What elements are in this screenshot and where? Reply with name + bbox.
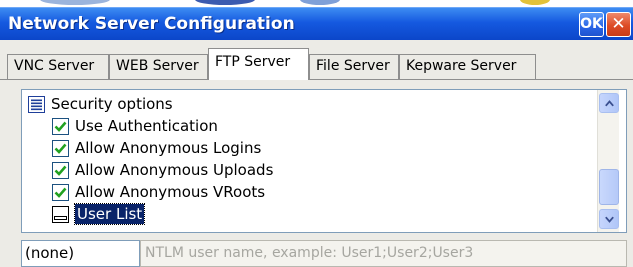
scroll-thumb[interactable] [599,169,619,205]
checkmark-icon [54,187,67,198]
value-input[interactable]: (none) [21,240,140,267]
tab-vnc-server[interactable]: VNC Server [7,54,109,79]
checkbox-use-authentication[interactable] [52,117,69,135]
option-allow-anonymous-uploads[interactable]: Allow Anonymous Uploads [52,159,273,181]
checkbox-allow-anonymous-logins[interactable] [52,139,69,157]
option-label: Allow Anonymous VRoots [75,183,266,201]
options-list[interactable]: Security options Use Authentication Allo… [21,89,627,233]
option-use-authentication[interactable]: Use Authentication [52,115,218,137]
scroll-down-button[interactable] [599,209,619,229]
vertical-scrollbar[interactable] [597,90,619,232]
checkbox-allow-anonymous-uploads[interactable] [52,161,69,179]
option-label-selected: User List [73,203,146,225]
option-allow-anonymous-vroots[interactable]: Allow Anonymous VRoots [52,181,265,203]
option-allow-anonymous-logins[interactable]: Allow Anonymous Logins [52,137,261,159]
tab-ftp-server[interactable]: FTP Server [208,48,309,80]
text-entry-icon [52,205,69,223]
chevron-down-icon [605,216,614,223]
scroll-up-button[interactable] [599,93,619,113]
checkmark-icon [54,165,67,176]
option-user-list[interactable]: User List [52,203,146,225]
hint-text: NTLM user name, example: User1;User2;Use… [140,240,627,267]
checkbox-allow-anonymous-vroots[interactable] [52,183,69,201]
window-title: Network Server Configuration [8,14,295,34]
chevron-up-icon [605,100,614,107]
title-bar: Network Server Configuration OK ✕ [0,7,633,40]
checkmark-icon [54,121,67,132]
option-label: Allow Anonymous Logins [75,139,262,157]
close-button[interactable]: ✕ [606,12,631,37]
group-label: Security options [51,95,173,113]
option-label: Allow Anonymous Uploads [75,161,274,179]
group-row-security-options: Security options [28,93,173,115]
tab-web-server[interactable]: WEB Server [109,54,208,79]
checkmark-icon [54,143,67,154]
list-group-icon [28,95,45,113]
option-label: Use Authentication [75,117,218,135]
tab-file-server[interactable]: File Server [309,54,399,79]
desktop-background-strip [0,0,633,7]
ok-button[interactable]: OK [579,12,604,37]
tab-kepware-server[interactable]: Kepware Server [399,54,536,79]
tab-panel-border [0,79,633,80]
